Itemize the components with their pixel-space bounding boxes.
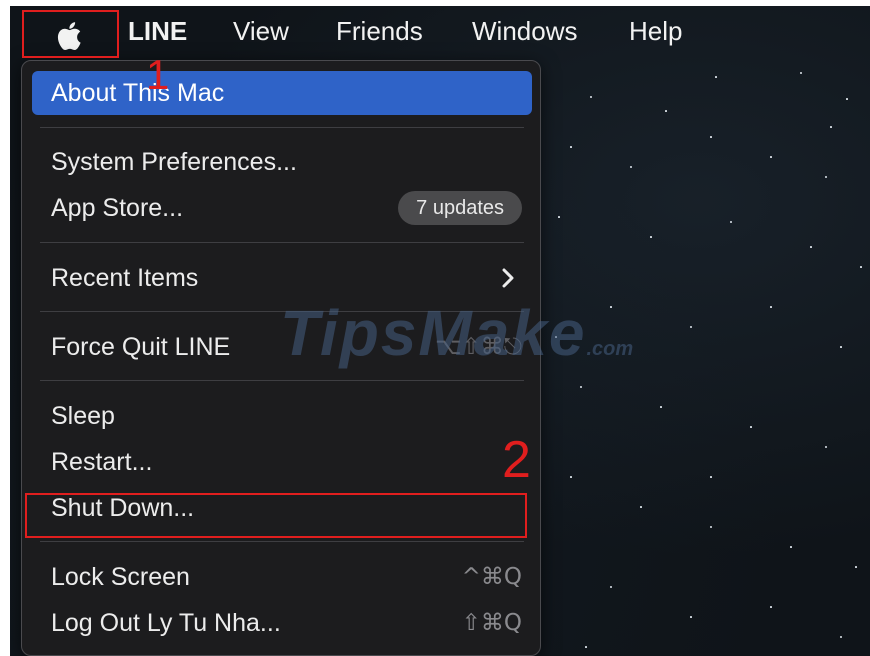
menu-separator (40, 242, 524, 243)
menu-item-about-this-mac[interactable]: About This Mac (32, 71, 532, 115)
menu-bar: LINE View Friends Windows Help (10, 6, 870, 56)
force-quit-shortcut: ⌥⇧⌘⎋ (435, 334, 522, 360)
menu-item-recent-items[interactable]: Recent Items (32, 256, 532, 300)
menu-separator (40, 311, 524, 312)
desktop: LINE View Friends Windows Help About Thi… (10, 6, 870, 656)
star (558, 216, 560, 218)
menu-item-label: About This Mac (51, 79, 225, 107)
star (860, 266, 862, 268)
star (640, 506, 642, 508)
star (665, 110, 667, 112)
menu-item-force-quit[interactable]: Force Quit LINE ⌥⇧⌘⎋ (32, 325, 532, 369)
star (790, 546, 792, 548)
apple-dropdown-menu: About This Mac System Preferences... App… (21, 60, 541, 656)
menu-separator (40, 127, 524, 128)
menu-item-label: Log Out Ly Tu Nha... (51, 609, 281, 637)
star (810, 246, 812, 248)
menu-separator (40, 380, 524, 381)
menu-item-label: Force Quit LINE (51, 333, 231, 361)
menu-view[interactable]: View (233, 6, 289, 56)
star (570, 476, 572, 478)
menu-help[interactable]: Help (629, 6, 682, 56)
star (710, 526, 712, 528)
menu-item-label: Restart... (51, 448, 153, 476)
star (846, 98, 848, 100)
menu-item-lock-screen[interactable]: Lock Screen ^⌘Q (32, 555, 532, 599)
star (570, 146, 572, 148)
star (630, 166, 632, 168)
star (800, 72, 802, 74)
star (590, 96, 592, 98)
star (650, 236, 652, 238)
star (770, 606, 772, 608)
star (585, 646, 587, 648)
menu-item-app-store[interactable]: App Store... 7 updates (32, 186, 532, 230)
star (770, 156, 772, 158)
star (660, 406, 662, 408)
menu-friends[interactable]: Friends (336, 6, 423, 56)
menu-item-label: App Store... (51, 194, 184, 222)
lock-screen-shortcut: ^⌘Q (461, 564, 522, 590)
star (825, 446, 827, 448)
star (710, 476, 712, 478)
menu-item-system-preferences[interactable]: System Preferences... (32, 140, 532, 184)
callout-number-2: 2 (502, 431, 531, 489)
star (610, 586, 612, 588)
star (715, 76, 717, 78)
updates-badge: 7 updates (398, 191, 522, 225)
watermark-suffix: .com (586, 338, 634, 360)
menu-item-label: Sleep (51, 402, 115, 430)
star (750, 426, 752, 428)
menu-item-label: System Preferences... (51, 148, 297, 176)
menu-item-sleep[interactable]: Sleep (32, 394, 532, 438)
menu-line[interactable]: LINE (128, 6, 187, 56)
star (710, 136, 712, 138)
menu-windows[interactable]: Windows (472, 6, 577, 56)
star (610, 306, 612, 308)
star (840, 636, 842, 638)
menu-separator (40, 541, 524, 542)
menu-item-log-out[interactable]: Log Out Ly Tu Nha... ⇧⌘Q (32, 601, 532, 645)
star (830, 126, 832, 128)
chevron-right-icon (502, 268, 514, 288)
star (825, 176, 827, 178)
star (690, 326, 692, 328)
callout-number-1: 1 (146, 51, 170, 98)
callout-box-shut-down (25, 493, 527, 538)
star (690, 616, 692, 618)
star (855, 566, 857, 568)
menu-item-restart[interactable]: Restart... (32, 440, 532, 484)
star (580, 386, 582, 388)
menu-item-label: Recent Items (51, 264, 199, 292)
star (730, 221, 732, 223)
star (840, 346, 842, 348)
callout-box-apple-menu (22, 10, 119, 58)
log-out-shortcut: ⇧⌘Q (461, 610, 522, 636)
menu-item-label: Lock Screen (51, 563, 190, 591)
star (770, 306, 772, 308)
star (555, 336, 557, 338)
